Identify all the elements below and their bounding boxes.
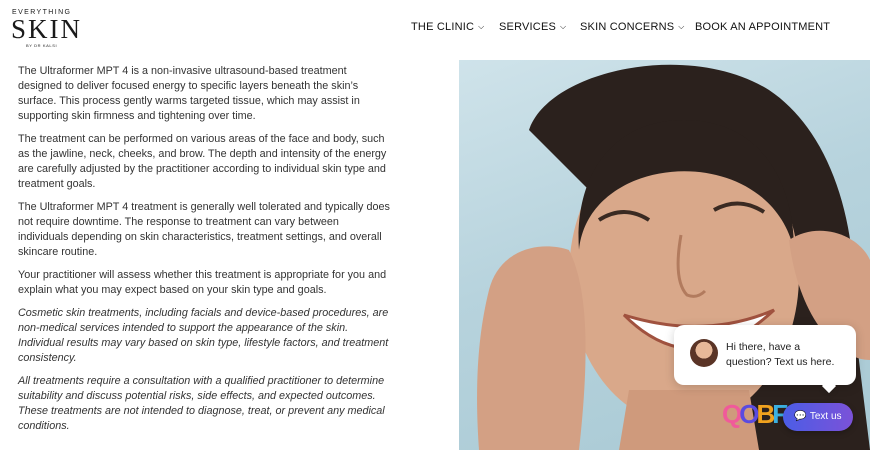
text-us-button[interactable]: 💬 Text us [783,403,853,431]
nav-item-the-clinic[interactable]: THE CLINIC ⌵ [411,21,484,33]
chevron-down-icon: ⌵ [678,22,685,31]
logo-main-text: SKIN [11,14,83,44]
chevron-down-icon: ⌵ [560,22,567,31]
disclaimer: All treatments require a consultation wi… [18,375,385,432]
smiling-woman-illustration [477,64,870,450]
site-header: EVERYTHING SKIN BY DR KALSI THE CLINIC ⌵ … [0,0,870,56]
treatment-description: The Ultraformer MPT 4 is a non-invasive … [18,64,390,442]
chevron-down-icon: ⌵ [478,22,485,31]
chat-message: Hi there, have a question? Text us here. [726,341,835,368]
decorative-badge: QOBF [722,399,788,429]
chat-prompt[interactable]: Hi there, have a question? Text us here. [674,325,856,394]
logo-sub-text: BY DR KALSI [26,43,58,48]
text-us-label: Text us [809,411,842,422]
agent-avatar [690,339,718,367]
nav-item-services[interactable]: SERVICES ⌵ [499,21,566,33]
site-logo[interactable]: EVERYTHING SKIN BY DR KALSI [11,9,83,49]
paragraph: Your practitioner will assess whether th… [18,269,387,296]
nav-item-skin-concerns[interactable]: SKIN CONCERNS ⌵ [580,21,685,33]
paragraph: The Ultraformer MPT 4 treatment is gener… [18,201,390,258]
paragraph: The Ultraformer MPT 4 is a non-invasive … [18,65,360,122]
hero-image [459,60,870,450]
nav-item-label: BOOK AN APPOINTMENT [695,21,831,33]
disclaimer: Cosmetic skin treatments, including faci… [18,307,389,364]
chat-bubble-icon: 💬 [794,411,807,422]
nav-item-label: SERVICES [499,21,557,33]
nav-item-book-appointment[interactable]: BOOK AN APPOINTMENT [695,21,830,33]
paragraph: The treatment can be performed on variou… [18,133,387,190]
nav-item-label: THE CLINIC [411,21,475,33]
nav-item-label: SKIN CONCERNS [580,21,675,33]
